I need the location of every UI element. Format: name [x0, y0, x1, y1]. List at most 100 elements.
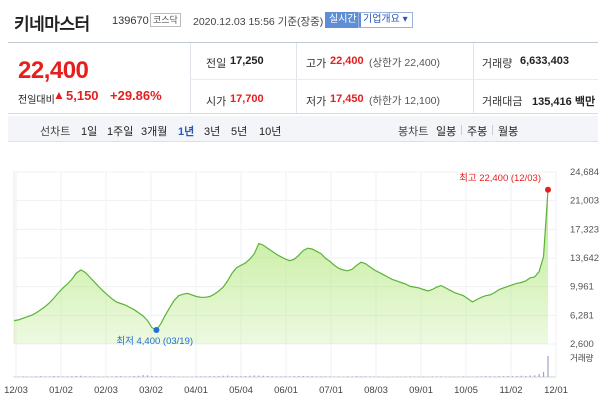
volume-bar — [89, 376, 91, 377]
volume-bar — [120, 376, 122, 377]
volume-bar — [369, 376, 371, 377]
volume-bar — [173, 376, 175, 377]
volume-bar — [200, 376, 202, 377]
volume-bar — [124, 376, 126, 377]
max-marker — [545, 186, 551, 193]
volume-bar — [284, 376, 287, 377]
volume-bar — [222, 375, 224, 377]
divider — [190, 43, 191, 113]
volume-label: 거래량 — [570, 353, 594, 363]
lower-limit: (하한가 12,100) — [369, 95, 441, 107]
candle-daily[interactable]: 일봉 — [436, 123, 456, 139]
volume-bar — [84, 376, 86, 377]
x-tick-label: 12/01 — [544, 385, 568, 396]
y-tick-label: 13,642 — [570, 253, 599, 264]
volume-bar — [302, 375, 304, 377]
candle-monthly[interactable]: 월봉 — [498, 123, 518, 139]
amount-value: 135,416 백만 — [532, 96, 596, 108]
volume-bar — [66, 376, 68, 377]
volume-bar — [142, 375, 144, 377]
price-chart: 24,684 21,003 17,323 13,642 9,961 6,281 2,600 최… — [4, 167, 599, 396]
period-5y[interactable]: 5년 — [231, 123, 247, 139]
x-tick-label: 04/01 — [184, 385, 208, 396]
volume-bar — [436, 376, 438, 377]
volume-bar — [53, 375, 55, 377]
volume-bar — [489, 376, 491, 377]
volume-bar — [35, 376, 37, 377]
volume-bar — [151, 375, 153, 377]
max-label: 최고 22,400 (12/03) — [459, 173, 541, 184]
volume-bar — [293, 376, 295, 377]
volume-bar — [516, 375, 518, 377]
period-toolbar: 선차트 1일 1주일 3개월 1년 3년 5년 10년 봉차트 일봉 주봉 월봉 — [8, 116, 598, 142]
volume-bar — [106, 376, 109, 377]
volume-bar — [164, 376, 166, 377]
volume-bar — [356, 376, 358, 377]
volume-bar — [231, 375, 233, 377]
volume-bar — [364, 376, 367, 377]
volume-bar — [507, 375, 509, 377]
low-value: 17,450 — [330, 93, 364, 105]
stock-header: 키네마스터 139670 코스닥 2020.12.03 15:56 기준(장중)… — [0, 0, 600, 34]
volume-bar — [275, 376, 278, 377]
volume-bar — [480, 376, 482, 377]
period-1y[interactable]: 1년 — [178, 123, 194, 139]
volume-bar — [146, 375, 149, 377]
volume-bar — [129, 376, 131, 377]
volume-bar — [75, 375, 77, 377]
y-tick-label: 2,600 — [570, 339, 594, 350]
x-tick-label: 07/01 — [319, 385, 343, 396]
x-tick-label: 11/02 — [499, 385, 522, 396]
open-value: 17,700 — [230, 93, 264, 105]
divider — [473, 43, 474, 113]
live-button[interactable]: 실시간 — [325, 12, 361, 28]
period-10y[interactable]: 10년 — [259, 123, 281, 139]
low-label: 저가 — [306, 96, 327, 108]
volume-bar — [298, 375, 300, 377]
period-3y[interactable]: 3년 — [204, 123, 220, 139]
divider — [190, 79, 598, 80]
volume-bar — [529, 375, 531, 377]
volume-bar — [249, 375, 251, 377]
volume-bar — [218, 375, 220, 377]
x-tick-label: 08/03 — [364, 385, 388, 396]
x-tick-label: 10/05 — [454, 385, 478, 396]
volume-bar — [227, 375, 229, 377]
volume-bar — [360, 376, 362, 377]
volume-bar — [525, 375, 527, 377]
volume-bar — [160, 376, 162, 377]
company-overview-dropdown[interactable]: 기업개요 ▾ — [358, 12, 413, 28]
up-arrow-icon: ▲ — [53, 88, 65, 102]
volume-bar — [262, 375, 264, 377]
volume-bar — [329, 376, 331, 377]
current-price: 22,400 — [18, 57, 89, 84]
x-tick-label: 12/03 — [4, 385, 28, 396]
volume-bar — [431, 376, 433, 377]
line-chart-label: 선차트 — [40, 126, 71, 138]
stock-name: 키네마스터 — [14, 15, 90, 34]
volume-bar — [138, 375, 140, 377]
period-1d[interactable]: 1일 — [81, 123, 97, 139]
volume-bar — [316, 376, 318, 377]
volume-bar — [547, 356, 549, 377]
y-tick-label: 17,323 — [570, 224, 599, 235]
volume-bar — [93, 376, 95, 377]
candle-weekly[interactable]: 주봉 — [467, 123, 487, 139]
volume-label: 거래량 — [482, 58, 513, 70]
market-badge: 코스닥 — [150, 13, 181, 27]
candle-chart-label: 봉차트 — [398, 126, 429, 138]
divider — [492, 125, 493, 135]
change-label: 전일대비 — [18, 95, 55, 106]
min-label: 최저 4,400 (03/19) — [116, 336, 193, 347]
volume-bar — [40, 376, 42, 377]
prev-close-value: 17,250 — [230, 55, 264, 67]
volume-bar — [213, 376, 215, 377]
volume-bar — [240, 376, 242, 377]
high-value: 22,400 — [330, 55, 364, 67]
quote-timestamp: 2020.12.03 15:56 기준(장중) — [193, 16, 324, 28]
period-3m[interactable]: 3개월 — [141, 123, 167, 139]
y-tick-label: 9,961 — [570, 282, 594, 293]
x-tick-label: 09/01 — [409, 385, 433, 396]
period-1w[interactable]: 1주일 — [107, 123, 133, 139]
stock-code: 139670 — [112, 15, 149, 27]
